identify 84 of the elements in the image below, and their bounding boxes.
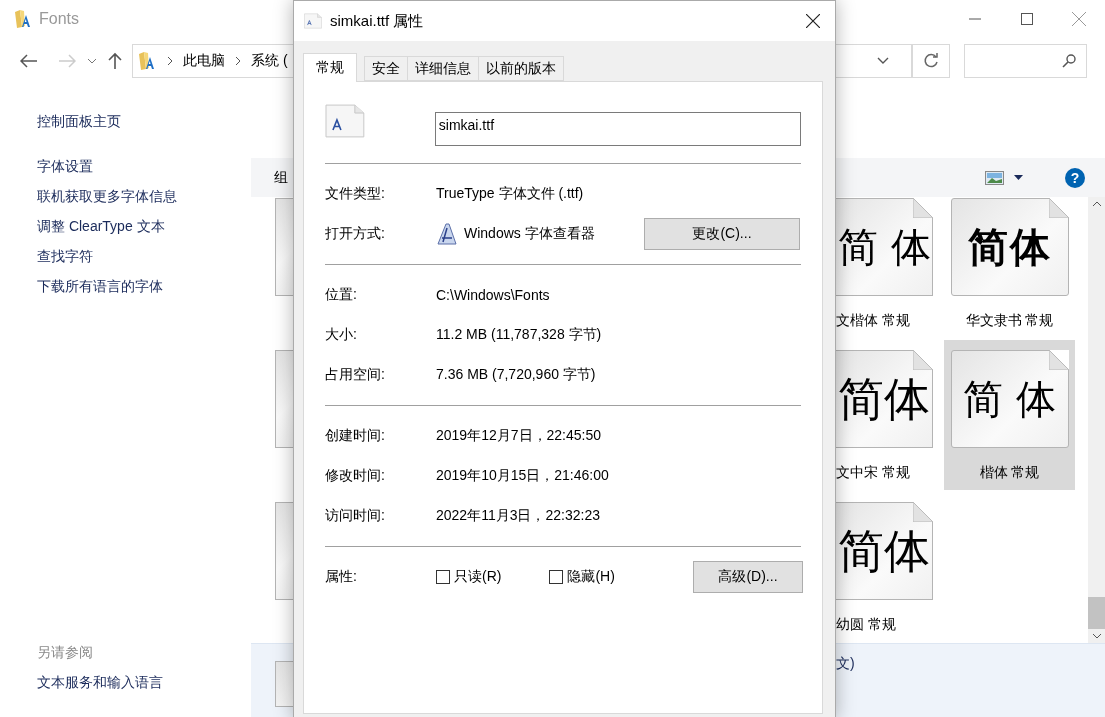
change-button[interactable]: 更改(C)...	[644, 218, 800, 250]
property-label: 创建时间:	[325, 427, 386, 445]
font-name: 华文隶书 常规	[965, 312, 1054, 330]
property-label: 位置:	[325, 286, 358, 304]
maximize-icon	[1021, 13, 1033, 25]
sidebar-link[interactable]: 查找字符	[37, 241, 251, 271]
property-value: Windows 字体查看器	[464, 225, 595, 243]
folded-corner-icon	[913, 350, 933, 370]
font-item[interactable]: 简体 幼圆 常规	[836, 492, 935, 642]
dialog-title: simkai.ttf 属性	[330, 11, 424, 31]
font-sample: 简 体	[838, 227, 931, 267]
scrollbar[interactable]	[1088, 197, 1105, 643]
property-value: 2019年12月7日，22:45:50	[436, 427, 601, 445]
arrow-right-icon	[58, 54, 76, 68]
breadcrumb[interactable]: 系统 (	[251, 52, 288, 70]
font-item[interactable]: 简体 文中宋 常规	[836, 340, 935, 490]
tab[interactable]: 常规	[303, 53, 357, 82]
font-name: 楷体 常规	[979, 464, 1040, 482]
sidebar-link[interactable]: 控制面板主页	[37, 106, 251, 136]
font-sample: 简体	[838, 376, 930, 422]
property-value: 2022年11月3日，22:32:23	[436, 507, 600, 525]
breadcrumb[interactable]: 此电脑	[183, 52, 225, 70]
scroll-down-icon[interactable]	[1091, 633, 1102, 639]
property-value: 2019年10月15日，21:46:00	[436, 467, 609, 485]
font-item[interactable]: 简体 华文隶书 常规	[944, 197, 1075, 338]
search-field[interactable]	[964, 44, 1087, 78]
property-value: 7.36 MB (7,720,960 字节)	[436, 366, 596, 384]
chevron-down-icon[interactable]	[877, 57, 889, 65]
property-value: TrueType 字体文件 (.ttf)	[436, 185, 584, 203]
sidebar-link[interactable]: 文本服务和输入语言	[37, 667, 251, 697]
checkbox[interactable]: 只读(R)	[436, 568, 502, 586]
close-icon	[806, 14, 820, 28]
font-viewer-icon	[436, 222, 458, 246]
property-label: 属性:	[325, 568, 358, 586]
refresh-button[interactable]	[912, 44, 950, 78]
font-file-icon	[325, 104, 365, 138]
sidebar-link[interactable]: 下载所有语言的字体	[37, 271, 251, 301]
sidebar-link[interactable]: 调整 ClearType 文本	[37, 211, 251, 241]
tab[interactable]: 安全	[364, 56, 408, 81]
font-name: 文楷体 常规	[836, 312, 910, 330]
organize-menu[interactable]: 组	[274, 168, 288, 187]
font-sample: 简 体	[963, 379, 1056, 419]
tab[interactable]: 详细信息	[407, 56, 479, 81]
property-value: C:\Windows\Fonts	[436, 287, 550, 303]
property-label: 修改时间:	[325, 467, 386, 485]
tab[interactable]: 以前的版本	[478, 56, 564, 81]
scroll-up-icon[interactable]	[1091, 201, 1102, 207]
chevron-right-icon	[235, 56, 241, 66]
caret-icon[interactable]	[1014, 175, 1023, 180]
font-item[interactable]: 简 体 楷体 常规	[944, 340, 1075, 490]
sidebar-link[interactable]: 字体设置	[37, 151, 251, 181]
scroll-thumb[interactable]	[1088, 597, 1105, 629]
property-label: 占用空间:	[325, 366, 386, 384]
search-icon	[1062, 54, 1076, 68]
view-picture-icon[interactable]	[985, 170, 1004, 185]
property-value: 11.2 MB (11,787,328 字节)	[436, 326, 602, 344]
chevron-right-icon	[167, 56, 173, 66]
arrow-up-icon	[108, 52, 122, 70]
help-button[interactable]: ?	[1065, 167, 1085, 188]
details-text: 文)	[836, 655, 855, 673]
fonts-folder-icon	[13, 9, 33, 29]
folded-corner-icon	[1048, 350, 1069, 370]
font-name: 幼圆 常规	[836, 616, 896, 634]
close-icon	[1072, 12, 1086, 26]
advanced-button[interactable]: 高级(D)...	[693, 561, 803, 593]
window-title: Fonts	[39, 10, 79, 28]
arrow-left-icon	[20, 54, 38, 68]
checkbox[interactable]: 隐藏(H)	[549, 568, 615, 586]
sidebar-heading: 另请参阅	[37, 643, 94, 662]
font-sample: 简体	[967, 227, 1052, 267]
font-sample: 简体	[838, 528, 930, 574]
font-item[interactable]: 简 体 文楷体 常规	[836, 197, 935, 338]
font-name: 文中宋 常规	[836, 464, 910, 482]
folded-corner-icon	[913, 502, 933, 522]
chevron-down-icon	[87, 58, 97, 64]
fonts-folder-icon	[137, 51, 157, 71]
refresh-icon	[923, 53, 939, 69]
property-label: 访问时间:	[325, 507, 386, 525]
property-label: 打开方式:	[325, 225, 386, 243]
file-name-field[interactable]: simkai.ttf	[434, 112, 801, 146]
property-label: 文件类型:	[325, 185, 386, 203]
sidebar-link[interactable]: 联机获取更多字体信息	[37, 181, 251, 211]
property-label: 大小:	[325, 326, 358, 344]
font-file-icon	[304, 13, 322, 29]
